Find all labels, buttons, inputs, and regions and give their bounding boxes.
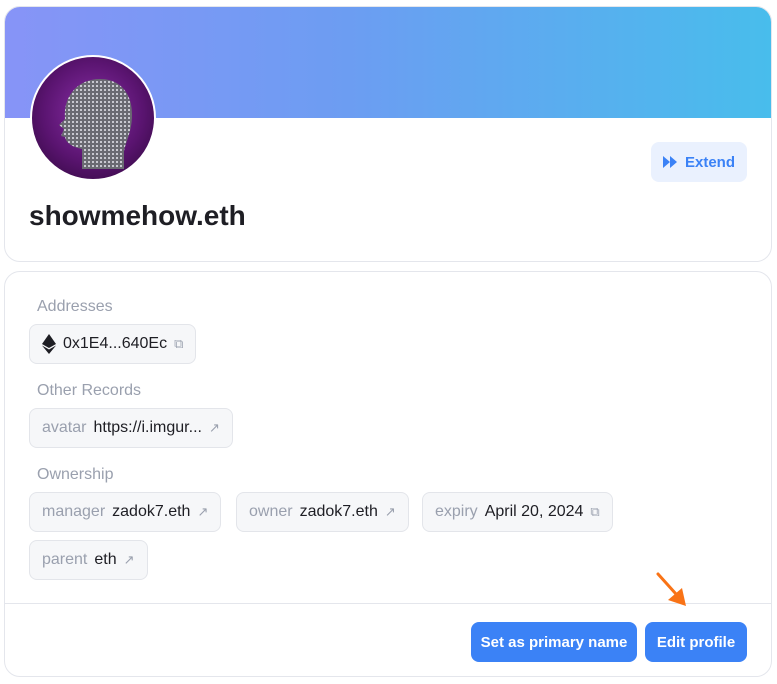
copy-icon[interactable]: ⧉	[174, 336, 183, 352]
annotation-arrow-icon	[656, 572, 686, 606]
profile-card: Extend showmehow.eth	[4, 6, 772, 262]
extend-button[interactable]: Extend	[651, 142, 747, 182]
addresses-title: Addresses	[37, 298, 113, 315]
expiry-value: April 20, 2024	[484, 503, 584, 520]
owner-value: zadok7.eth	[299, 503, 378, 520]
head-silhouette-icon	[59, 79, 132, 169]
external-link-icon: ↗	[197, 504, 209, 519]
avatar	[30, 55, 156, 181]
extend-label: Extend	[684, 153, 735, 171]
fast-forward-icon	[662, 156, 677, 168]
address-value: 0x1E4...640Ec	[63, 335, 168, 352]
details-card: Addresses 0x1E4...640Ec ⧉ Other Records …	[4, 271, 772, 677]
edit-profile-button[interactable]: Edit profile	[645, 622, 747, 662]
copy-icon[interactable]: ⧉	[590, 504, 599, 520]
address-chip[interactable]: 0x1E4...640Ec ⧉	[29, 324, 197, 364]
parent-key: parent	[42, 551, 88, 568]
external-link-icon: ↗	[123, 552, 135, 567]
profile-name: showmehow.eth	[29, 200, 246, 231]
manager-key: manager	[42, 503, 106, 520]
manager-chip[interactable]: manager zadok7.eth ↗	[29, 492, 222, 532]
parent-chip[interactable]: parent eth ↗	[29, 540, 148, 580]
expiry-key: expiry	[435, 503, 478, 520]
set-primary-name-button[interactable]: Set as primary name	[471, 622, 637, 662]
ethereum-icon	[42, 334, 56, 354]
avatar-record-value: https://i.imgur...	[93, 419, 202, 436]
external-link-icon: ↗	[208, 420, 220, 435]
expiry-chip[interactable]: expiry April 20, 2024 ⧉	[422, 492, 613, 532]
avatar-record-chip[interactable]: avatar https://i.imgur... ↗	[29, 408, 233, 448]
external-link-icon: ↗	[384, 504, 396, 519]
other-records-title: Other Records	[37, 382, 142, 399]
parent-value: eth	[94, 551, 117, 568]
avatar-record-key: avatar	[42, 419, 87, 436]
owner-key: owner	[249, 503, 293, 520]
manager-value: zadok7.eth	[112, 503, 191, 520]
owner-chip[interactable]: owner zadok7.eth ↗	[236, 492, 409, 532]
ownership-title: Ownership	[37, 466, 114, 483]
